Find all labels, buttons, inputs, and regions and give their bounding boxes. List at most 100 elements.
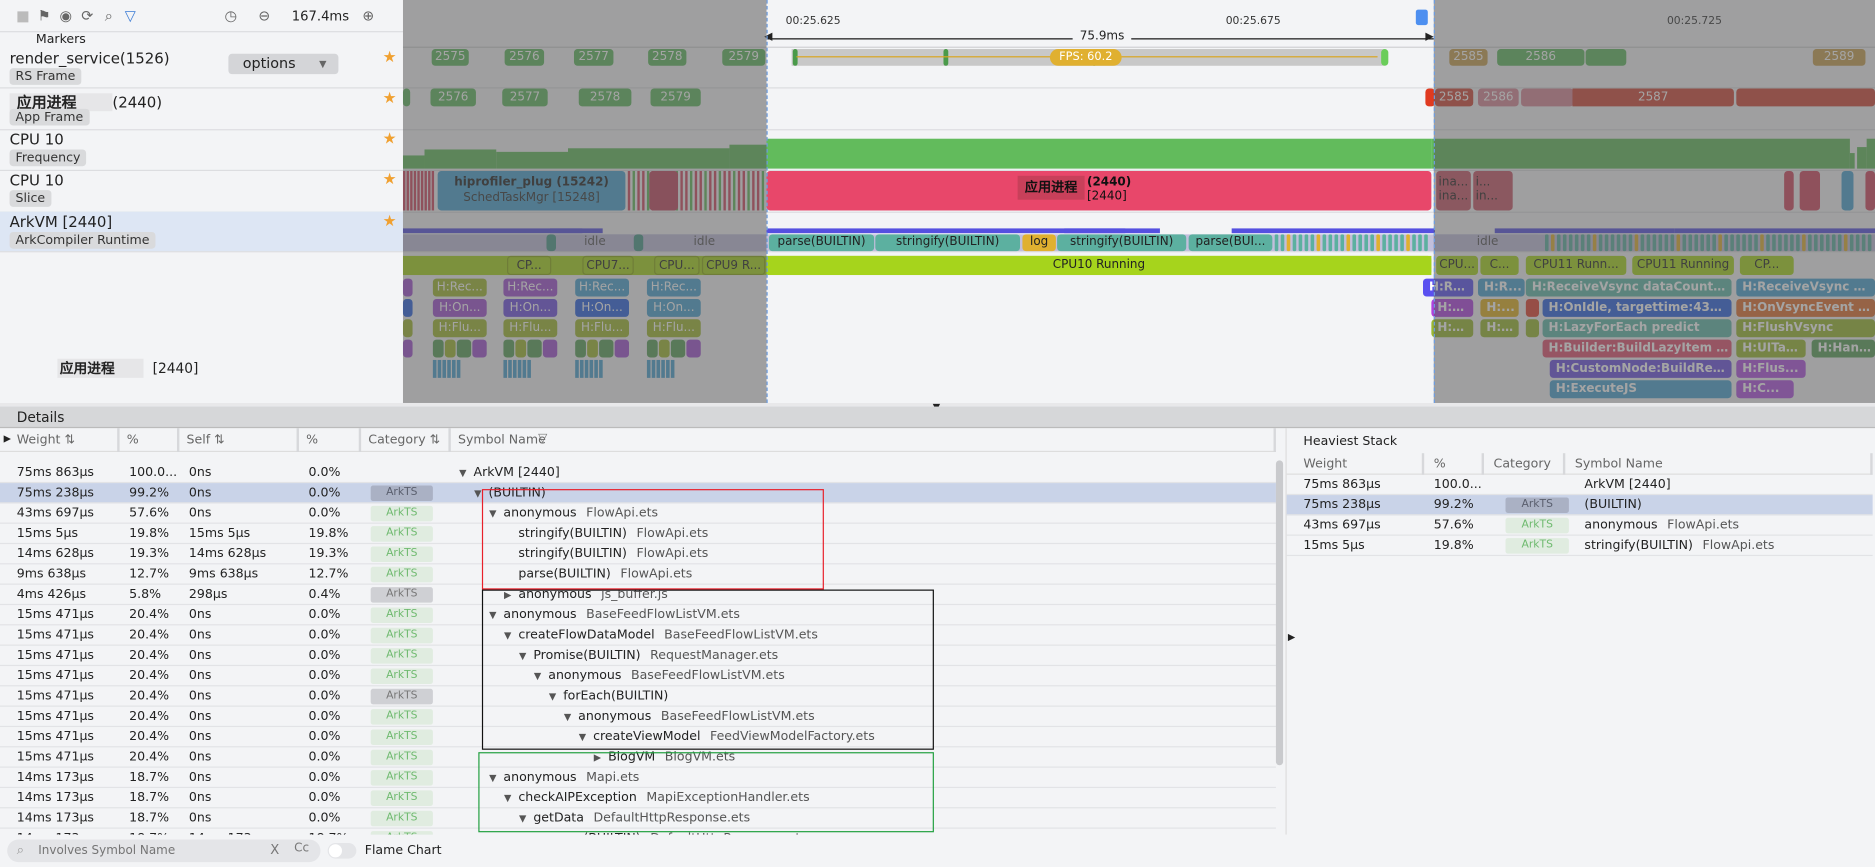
search-icon[interactable]: ⌕ — [100, 7, 117, 24]
h-slice[interactable]: H:OnIdle, targettime:43434... — [1542, 298, 1732, 317]
h-slice[interactable]: H:Rec... — [575, 278, 629, 297]
arkvm-slice[interactable] — [1394, 234, 1398, 252]
arkvm-slice[interactable] — [1796, 234, 1800, 252]
selection-edge[interactable] — [1433, 0, 1435, 403]
cpu-frequency-bar[interactable] — [1857, 147, 1867, 169]
cpu-slice[interactable] — [417, 170, 420, 211]
arkvm-slice[interactable] — [1604, 234, 1609, 252]
arkvm-slice[interactable] — [1730, 234, 1734, 252]
arkvm-slice[interactable] — [1820, 234, 1824, 252]
h-slice[interactable] — [447, 359, 451, 378]
arkvm-slice[interactable] — [1790, 234, 1794, 252]
h-slice[interactable] — [686, 339, 701, 358]
fps-line[interactable] — [796, 56, 1378, 58]
clear-search-button[interactable]: X — [270, 842, 279, 858]
cpu-frequency-bar[interactable] — [766, 138, 1432, 169]
call-tree-row[interactable]: 15ms 5μs 19.8% 15ms 5μs 19.8% ArkTS string… — [0, 524, 1276, 545]
arkvm-slice[interactable] — [1706, 234, 1710, 252]
cpu-frequency-bar[interactable] — [424, 149, 497, 169]
cpu-slice[interactable] — [413, 170, 417, 211]
cpu-slice[interactable] — [756, 170, 760, 211]
arkvm-slice[interactable] — [1628, 234, 1633, 252]
call-tree-row[interactable]: 14ms 173μs 18.7% 0ns 0.0% ArkTS ▼ getData De… — [0, 808, 1276, 829]
h-slice[interactable]: H:On... — [646, 298, 701, 317]
h-slice[interactable]: H:Rec... — [432, 278, 487, 297]
app-frame[interactable]: 2585 — [1434, 88, 1474, 107]
arkvm-slice[interactable] — [1556, 234, 1561, 252]
call-tree-row[interactable]: 15ms 471μs 20.4% 0ns 0.0% ArkTS ▶ BlogVM Blo… — [0, 747, 1276, 768]
arkvm-slice[interactable] — [1808, 234, 1812, 252]
fps-badge[interactable]: FPS: 60.2 — [1049, 49, 1122, 66]
column-header[interactable]: % — [120, 428, 180, 453]
h-slice[interactable] — [646, 359, 651, 378]
arkvm-slice[interactable]: idle — [556, 234, 634, 252]
h-slice[interactable]: H:On... — [503, 298, 558, 317]
h-slice[interactable]: H:LazyForEach predict — [1542, 319, 1732, 338]
h-slice[interactable] — [522, 359, 527, 378]
h-slice[interactable]: H:F... — [1480, 319, 1519, 338]
h-slice[interactable]: H:ReceiveVsync dataCount:24... — [1525, 278, 1732, 297]
cpu-slice[interactable] — [723, 170, 726, 211]
arkvm-slice[interactable] — [633, 234, 644, 252]
app-frame[interactable] — [402, 88, 411, 107]
h-slice[interactable]: H:On... — [575, 298, 629, 317]
call-tree-row[interactable]: 15ms 471μs 20.4% 0ns 0.0% ArkTS ▼ anonymous… — [0, 666, 1276, 687]
cpu-slice[interactable] — [742, 170, 745, 211]
match-case-button[interactable]: Cc — [294, 842, 309, 855]
star-icon[interactable]: ★ — [383, 171, 397, 189]
h-slice[interactable]: H:Fl... — [1431, 319, 1474, 338]
cpu-running[interactable]: CPU11 Running — [1632, 255, 1734, 276]
app-frame[interactable] — [1521, 88, 1574, 107]
arkvm-slice[interactable] — [1376, 234, 1380, 252]
filter-icon[interactable]: ▽ — [122, 7, 139, 24]
arkvm-slice[interactable] — [1412, 234, 1416, 252]
call-tree-row[interactable]: 15ms 471μs 20.4% 0ns 0.0% ArkTS ▼ createVie… — [0, 727, 1276, 748]
arkvm-slice[interactable] — [1682, 234, 1687, 252]
call-tree-row[interactable]: 4ms 426μs 5.8% 298μs 0.4% ArkTS ▶ anonymous… — [0, 585, 1276, 606]
cpu-frequency-bar[interactable] — [1866, 138, 1875, 169]
h-slice[interactable] — [527, 339, 542, 358]
h-slice[interactable] — [542, 339, 558, 358]
chevron-down-icon[interactable]: ▼ — [504, 789, 518, 808]
arkvm-slice[interactable] — [1418, 234, 1422, 252]
frame-tick[interactable] — [792, 49, 798, 66]
h-slice[interactable] — [527, 359, 531, 378]
h-slice[interactable]: H:FlushVsync — [1736, 319, 1875, 338]
call-tree-row[interactable]: 14ms 628μs 19.3% 14ms 628μs 19.3% ArkTS st… — [0, 544, 1276, 565]
column-header[interactable]: Category ⇅ — [361, 428, 451, 453]
arkvm-slice[interactable] — [1610, 234, 1615, 252]
h-slice[interactable] — [508, 359, 512, 378]
flag-icon[interactable]: ⚑ — [36, 7, 53, 24]
h-slice[interactable] — [658, 339, 670, 358]
arkvm-slice[interactable]: idle — [1433, 234, 1542, 252]
arkvm-slice[interactable] — [1724, 234, 1728, 252]
rs-frame[interactable]: 2586 — [1497, 49, 1585, 66]
arkvm-slice[interactable] — [1748, 234, 1752, 252]
h-slice[interactable]: H:... — [1480, 298, 1519, 317]
h-slice[interactable] — [661, 359, 665, 378]
arkvm-slice[interactable] — [1598, 234, 1603, 252]
cpu-slice-app[interactable]: 应用进程 (2440) [2440] — [766, 170, 1432, 211]
arkvm-slice[interactable] — [1580, 234, 1585, 252]
cpu-slice[interactable] — [1784, 170, 1794, 211]
cpu-slice[interactable] — [402, 170, 406, 211]
heaviest-row[interactable]: 75ms 863μs 100.0... ArkVM [2440] — [1286, 475, 1873, 496]
h-slice[interactable] — [456, 339, 472, 358]
arkvm-slice[interactable] — [1328, 234, 1333, 252]
arkvm-slice[interactable] — [1616, 234, 1621, 252]
chevron-down-icon[interactable]: ▼ — [579, 728, 593, 747]
arkvm-bg[interactable] — [402, 234, 1875, 252]
h-slice[interactable]: H:UITas... — [1736, 339, 1806, 358]
h-slice[interactable]: H:Hand... — [1811, 339, 1875, 358]
reset-zoom-icon[interactable]: ◷ — [222, 7, 239, 24]
h-slice[interactable]: H:On... — [432, 298, 487, 317]
chevron-down-icon[interactable]: ▼ — [549, 688, 563, 707]
arkvm-slice[interactable] — [1634, 234, 1639, 252]
h-slice[interactable] — [589, 359, 594, 378]
h-slice[interactable]: H:Re... — [1423, 278, 1474, 297]
column-header[interactable]: % — [1424, 453, 1484, 475]
chevron-down-icon[interactable]: ▼ — [489, 769, 503, 788]
cpu-slice[interactable] — [699, 170, 702, 211]
arkvm-slice[interactable] — [1388, 234, 1392, 252]
column-header[interactable]: Weight ⇅ — [0, 428, 120, 453]
